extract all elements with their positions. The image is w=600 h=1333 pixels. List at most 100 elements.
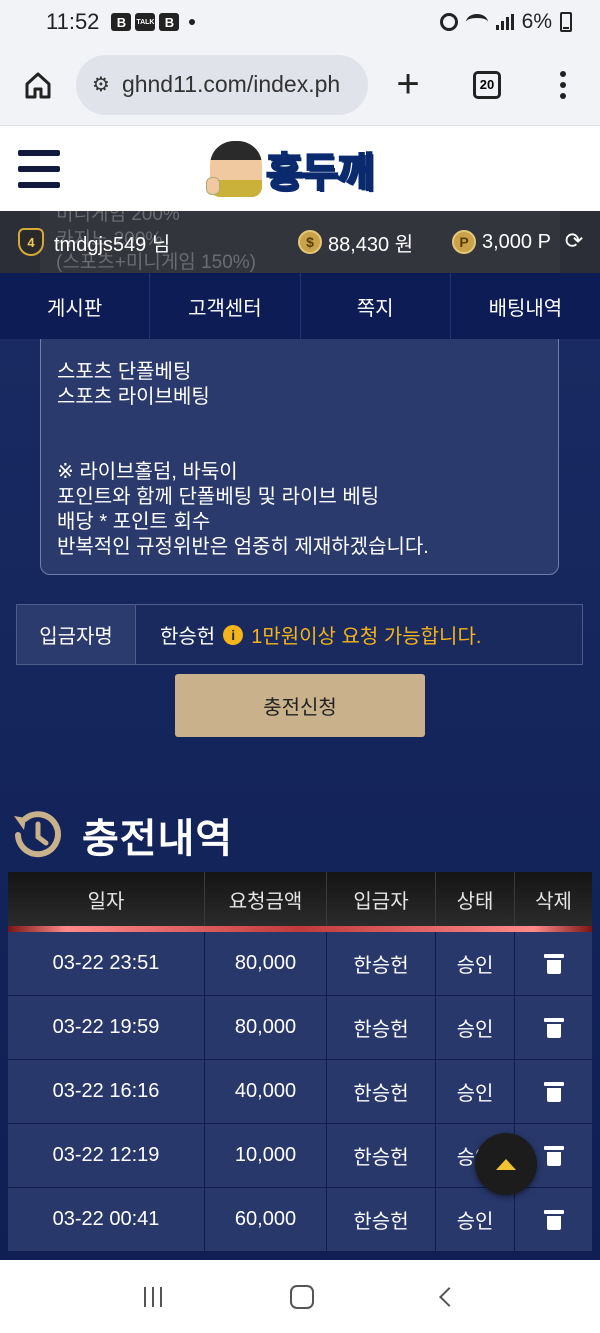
col-date: 일자 bbox=[8, 872, 205, 926]
row-depositor: 한승헌 bbox=[327, 1188, 436, 1251]
browser-toolbar: ⚙ ghnd11.com/index.ph + 20 bbox=[0, 44, 600, 126]
money-balance: $ 88,430 원 bbox=[298, 211, 413, 273]
row-depositor: 한승헌 bbox=[327, 932, 436, 995]
recent-apps-button[interactable] bbox=[144, 1286, 162, 1307]
nav-customer-center[interactable]: 고객센터 bbox=[150, 273, 301, 339]
row-amount: 40,000 bbox=[205, 1060, 327, 1123]
depositor-value-cell: 한승헌 i 1만원이상 요청 가능합니다. bbox=[136, 605, 582, 664]
notice-line: 스포츠 단폴베팅 bbox=[57, 361, 192, 383]
row-amount: 80,000 bbox=[205, 932, 327, 995]
refresh-icon[interactable]: ⟳ bbox=[562, 228, 586, 253]
row-depositor: 한승헌 bbox=[327, 1124, 436, 1187]
notice-line: 스포츠 라이브베팅 bbox=[57, 386, 210, 408]
status-time: 11:52 bbox=[46, 9, 100, 34]
scroll-to-top-button[interactable] bbox=[475, 1133, 537, 1195]
row-date: 03-22 16:16 bbox=[8, 1060, 205, 1123]
table-row: 03-22 00:41 60,000 한승헌 승인 bbox=[8, 1188, 592, 1252]
trash-icon bbox=[543, 1081, 564, 1102]
browser-menu-button[interactable] bbox=[526, 44, 600, 126]
trash-icon bbox=[543, 953, 564, 974]
row-depositor: 한승헌 bbox=[327, 996, 436, 1059]
depositor-label: 입금자명 bbox=[17, 605, 136, 664]
row-date: 03-22 23:51 bbox=[8, 932, 205, 995]
main-nav: 게시판 고객센터 쪽지 배팅내역 bbox=[0, 273, 600, 339]
col-delete: 삭제 bbox=[535, 890, 572, 913]
user-info-bar: 미니게임 200% 카지노 200% (스포츠+미니게임 150%) 4 tmd… bbox=[0, 211, 600, 273]
arrow-up-icon bbox=[496, 1158, 516, 1170]
row-status: 승인 bbox=[436, 1060, 515, 1123]
notice-line: 포인트와 함께 단폴베팅 및 라이브 베팅 bbox=[57, 486, 380, 508]
table-row: 03-22 19:59 80,000 한승헌 승인 bbox=[8, 996, 592, 1060]
tab-switcher-button[interactable]: 20 bbox=[448, 44, 526, 126]
point-balance: P 3,000 P bbox=[452, 211, 551, 273]
row-status: 승인 bbox=[436, 932, 515, 995]
row-date: 03-22 00:41 bbox=[8, 1188, 205, 1251]
trash-icon bbox=[543, 1209, 564, 1230]
history-title: 충전내역 bbox=[82, 817, 234, 861]
col-depositor: 입금자 bbox=[327, 872, 436, 926]
system-icons: 6% bbox=[439, 10, 572, 34]
history-icon bbox=[14, 811, 61, 858]
logo-text: 홍두깨 bbox=[265, 149, 375, 197]
trash-icon bbox=[543, 1145, 564, 1166]
alarm-icon bbox=[439, 13, 458, 31]
home-icon bbox=[25, 72, 51, 98]
table-row: 03-22 23:51 80,000 한승헌 승인 bbox=[8, 932, 592, 996]
nav-betting-history[interactable]: 배팅내역 bbox=[451, 273, 600, 339]
point-coin-icon: P bbox=[452, 230, 476, 254]
notice-line: ※ 라이브홀덤, 바둑이 bbox=[57, 461, 238, 483]
address-bar[interactable]: ⚙ ghnd11.com/index.ph bbox=[76, 54, 368, 115]
notification-icons: B TALK B bbox=[111, 13, 196, 31]
new-tab-button[interactable]: + bbox=[368, 44, 448, 126]
kakaotalk-icon: TALK bbox=[135, 13, 156, 31]
row-status: 승인 bbox=[436, 1188, 515, 1251]
notice-box: 스포츠 단폴베팅 스포츠 라이브베팅 ※ 라이브홀덤, 바둑이 포인트와 함께 … bbox=[40, 339, 559, 575]
tab-count: 20 bbox=[473, 70, 501, 99]
row-depositor: 한승헌 bbox=[327, 1060, 436, 1123]
site-settings-icon[interactable]: ⚙ bbox=[92, 72, 110, 97]
table-header: 일자 요청금액 입금자 상태 삭제 bbox=[8, 872, 592, 932]
browser-home-button[interactable] bbox=[0, 44, 76, 126]
money-amount: 88,430 원 bbox=[328, 233, 414, 256]
row-delete-button[interactable] bbox=[515, 1188, 592, 1251]
back-button[interactable] bbox=[439, 1286, 459, 1307]
row-amount: 10,000 bbox=[205, 1124, 327, 1187]
history-heading: 충전내역 bbox=[8, 801, 233, 869]
charge-request-button[interactable]: 충전신청 bbox=[175, 674, 425, 737]
url-text: ghnd11.com/index.ph bbox=[121, 71, 341, 97]
row-amount: 60,000 bbox=[205, 1188, 327, 1251]
depositor-name: 한승헌 bbox=[160, 626, 216, 648]
row-delete-button[interactable] bbox=[515, 932, 592, 995]
battery-icon bbox=[560, 12, 572, 32]
info-icon: i bbox=[223, 624, 244, 645]
notice-line: 반복적인 규정위반은 엄중히 제재하겠습니다. bbox=[57, 536, 429, 558]
nav-board[interactable]: 게시판 bbox=[0, 273, 151, 339]
money-coin-icon: $ bbox=[298, 230, 322, 254]
android-home-button[interactable] bbox=[290, 1284, 314, 1309]
main-content: 스포츠 단폴베팅 스포츠 라이브베팅 ※ 라이브홀덤, 바둑이 포인트와 함께 … bbox=[0, 339, 600, 1260]
col-status: 상태 bbox=[436, 872, 515, 926]
history-table: 일자 요청금액 입금자 상태 삭제 03-22 23:51 80,000 한승헌… bbox=[8, 872, 592, 1252]
site-logo[interactable]: 홍두깨 bbox=[206, 138, 375, 200]
android-nav-bar bbox=[0, 1260, 600, 1333]
row-date: 03-22 19:59 bbox=[8, 996, 205, 1059]
row-delete-button[interactable] bbox=[515, 996, 592, 1059]
status-bar: 11:52 B TALK B 6% bbox=[0, 0, 600, 44]
table-row: 03-22 16:16 40,000 한승헌 승인 bbox=[8, 1060, 592, 1124]
point-amount: 3,000 P bbox=[482, 230, 551, 253]
wifi-icon bbox=[465, 14, 488, 30]
level-badge-icon: 4 bbox=[18, 228, 44, 256]
col-amount: 요청금액 bbox=[205, 872, 327, 926]
depositor-row: 입금자명 한승헌 i 1만원이상 요청 가능합니다. bbox=[16, 604, 583, 665]
signal-icon bbox=[495, 14, 514, 30]
hamburger-menu-icon[interactable] bbox=[18, 150, 60, 188]
notice-line: 배당 * 포인트 회수 bbox=[57, 511, 211, 533]
mascot-image bbox=[206, 141, 262, 197]
row-status: 승인 bbox=[436, 996, 515, 1059]
nav-messages[interactable]: 쪽지 bbox=[301, 273, 451, 339]
site-header: 홍두깨 bbox=[0, 126, 600, 211]
b-app-icon: B bbox=[159, 13, 180, 31]
row-delete-button[interactable] bbox=[515, 1060, 592, 1123]
row-amount: 80,000 bbox=[205, 996, 327, 1059]
min-amount-warning: 1만원이상 요청 가능합니다. bbox=[251, 626, 482, 648]
